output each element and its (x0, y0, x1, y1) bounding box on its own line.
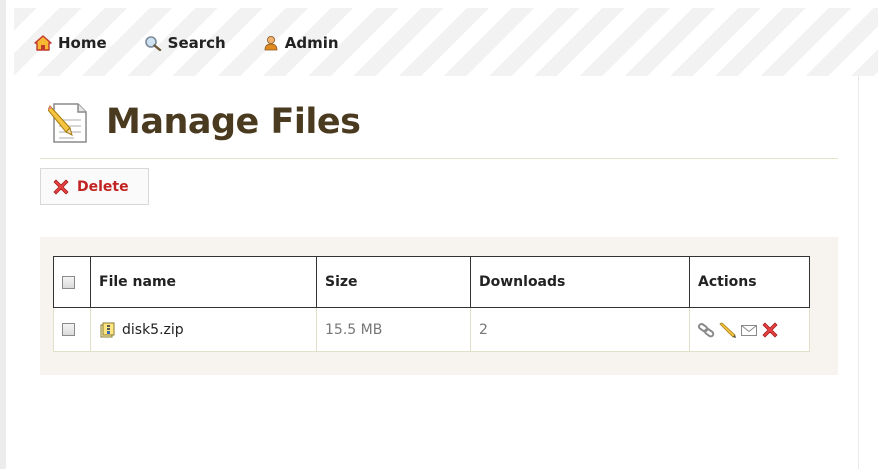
row-select-cell (53, 307, 91, 352)
email-icon[interactable] (740, 322, 758, 338)
nav-home-label: Home (58, 34, 107, 52)
file-size-cell: 15.5 MB (316, 307, 471, 352)
row-checkbox[interactable] (62, 323, 75, 336)
file-downloads-cell: 2 (470, 307, 690, 352)
main-nav: Home Search Admin (34, 34, 376, 52)
header-file-name[interactable]: File name (90, 256, 317, 308)
header-size[interactable]: Size (316, 256, 471, 308)
select-all-checkbox[interactable] (62, 275, 75, 289)
header-select-cell (53, 256, 91, 308)
file-name-link[interactable]: disk5.zip (122, 322, 184, 338)
link-icon[interactable] (698, 322, 716, 338)
right-border (858, 70, 859, 469)
nav-search-label: Search (167, 34, 226, 52)
document-edit-icon (48, 103, 87, 143)
admin-user-icon (264, 36, 278, 51)
file-actions-cell (689, 307, 810, 352)
page: Home Search Admin Manage Files Delete Fi… (0, 0, 878, 469)
search-icon (144, 36, 161, 51)
delete-button-label: Delete (77, 178, 129, 195)
table-header-row: File name Size Downloads Actions (53, 256, 810, 308)
table-row: disk5.zip 15.5 MB 2 (53, 307, 810, 352)
home-icon (34, 35, 52, 51)
zip-file-icon (100, 322, 115, 337)
header-downloads[interactable]: Downloads (470, 256, 690, 308)
nav-search[interactable]: Search (144, 34, 226, 52)
header-actions: Actions (689, 256, 810, 308)
nav-admin[interactable]: Admin (263, 34, 339, 52)
left-border (0, 0, 6, 469)
edit-pencil-icon[interactable] (719, 322, 737, 338)
file-name-cell: disk5.zip (90, 307, 317, 352)
files-table: File name Size Downloads Actions disk5.z… (53, 256, 810, 352)
nav-admin-label: Admin (284, 34, 339, 52)
title-divider (40, 158, 838, 159)
page-header: Manage Files (48, 98, 361, 146)
delete-x-icon[interactable] (761, 322, 779, 338)
page-title: Manage Files (106, 102, 361, 142)
delete-button[interactable]: Delete (40, 168, 149, 205)
delete-x-icon (53, 179, 69, 194)
nav-home[interactable]: Home (34, 34, 107, 52)
